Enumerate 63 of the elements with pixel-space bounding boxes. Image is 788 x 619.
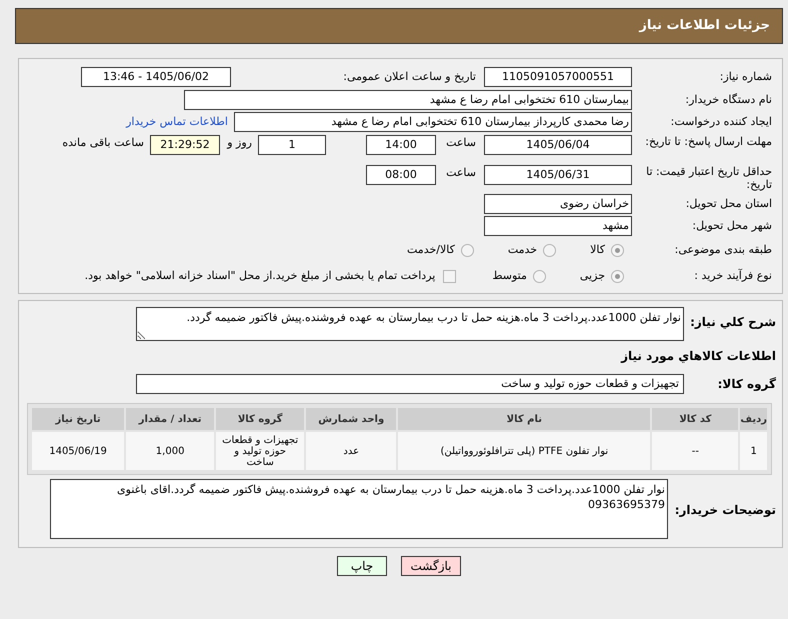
back-button[interactable]: بازگشت [401,556,461,576]
column-header: گروه کالا [216,408,304,430]
checkbox[interactable] [443,270,456,282]
checkbox-label: پرداخت تمام یا بخشی از مبلغ خرید.از محل "اسناد خزانه اسلامی" خواهد بود. [84,268,436,284]
table-cell: تجهیزات و قطعات حوزه تولید و ساخت [216,432,304,470]
field-label: شرح کلي نیاز: [689,314,776,331]
text-field[interactable]: 1405/06/31 [484,165,632,185]
text-field[interactable]: بیمارستان 610 تختخوابی امام رضا ع مشهد [184,90,632,110]
option-label: کالا/خدمت [407,242,455,258]
field-label: نام دستگاه خریدار: [684,92,772,108]
table-cell: 1,000 [126,432,214,470]
radio-button[interactable] [543,244,556,256]
buyer-notes-field[interactable]: نوار تفلن 1000عدد.پرداخت 3 ماه.هزینه حمل تا درب بیمارستان به عهده فروشنده.پیش فاکتور ضمیمه گردد.اقای باغنوی 09363695379 [50,479,668,539]
field-label: گروه کالا: [716,376,776,393]
column-header: نام کالا [398,408,650,430]
page-title: جزئیات اطلاعات نیاز [639,17,770,36]
column-header: تاریخ نیاز [32,408,124,430]
text-field[interactable]: خراسان رضوی [484,194,632,214]
field-label: شهر محل تحویل: [691,218,772,234]
option-label: کالا [590,242,605,258]
field-label: ساعت [445,165,476,181]
text-field[interactable]: 1405/06/04 [484,135,632,155]
field-label: حداقل تاریخ اعتبار قیمت: تا تاریخ: [645,165,772,191]
field-label: مهلت ارسال پاسخ: تا تاریخ: [644,135,772,148]
text-field[interactable]: رضا محمدی کارپرداز بیمارستان 610 تختخوابی امام رضا ع مشهد [234,112,632,132]
text-field[interactable]: 1105091057000551 [484,67,632,87]
table-cell: 1 [740,432,767,470]
text-field[interactable]: مشهد [484,216,632,236]
table-cell: نوار تفلون PTFE (پلی تترافلوئوروواتیلن) [398,432,650,470]
field-label: شماره نیاز: [718,68,772,85]
time-field[interactable]: 14:00 [366,135,436,155]
field-label: طبقه بندی موضوعی: [674,242,772,258]
radio-button[interactable] [460,244,474,256]
field-label: ایجاد کننده درخواست: [670,114,772,130]
field-label: توضیحات خریدار: [674,502,776,519]
column-header: واحد شمارش [306,408,396,430]
text-field[interactable]: 1405/06/02 - 13:46 [81,67,231,87]
time-field[interactable]: 08:00 [366,165,436,185]
field-label: تاریخ و ساعت اعلان عمومی: [342,68,476,85]
field-label: نوع فرآیند خرید : [693,268,772,284]
contact-link[interactable]: اطلاعات تماس خریدار [126,114,228,130]
radio-button[interactable] [532,270,546,282]
days-field[interactable]: 1 [258,135,326,155]
table-cell: -- [652,432,738,470]
option-label: متوسط [492,268,527,284]
field-label: ساعت باقی مانده [62,135,144,151]
text-field[interactable]: تجهیزات و قطعات حوزه تولید و ساخت [136,374,684,394]
radio-button[interactable] [611,244,624,256]
column-header: تعداد / مقدار [126,408,214,430]
column-header: ردیف [740,408,767,430]
column-header: کد کالا [652,408,738,430]
table-cell: 1405/06/19 [32,432,124,470]
field-label: ساعت [445,135,476,151]
section-heading: اطلاعات کالاهاي مورد نیاز [621,348,776,365]
description-field[interactable]: نوار تفلن 1000عدد.پرداخت 3 ماه.هزینه حمل تا درب بیمارستان به عهده فروشنده.پیش فاکتور ضمیمه گردد. [136,307,684,341]
field-label: استان محل تحویل: [684,196,772,212]
option-label: جزیی [580,268,605,284]
print-button[interactable]: چاپ [337,556,387,576]
option-label: خدمت [508,242,538,258]
countdown-field[interactable]: 21:29:52 [150,135,220,155]
table-cell: عدد [306,432,396,470]
field-label: روز و [226,135,252,151]
radio-button[interactable] [611,270,624,282]
